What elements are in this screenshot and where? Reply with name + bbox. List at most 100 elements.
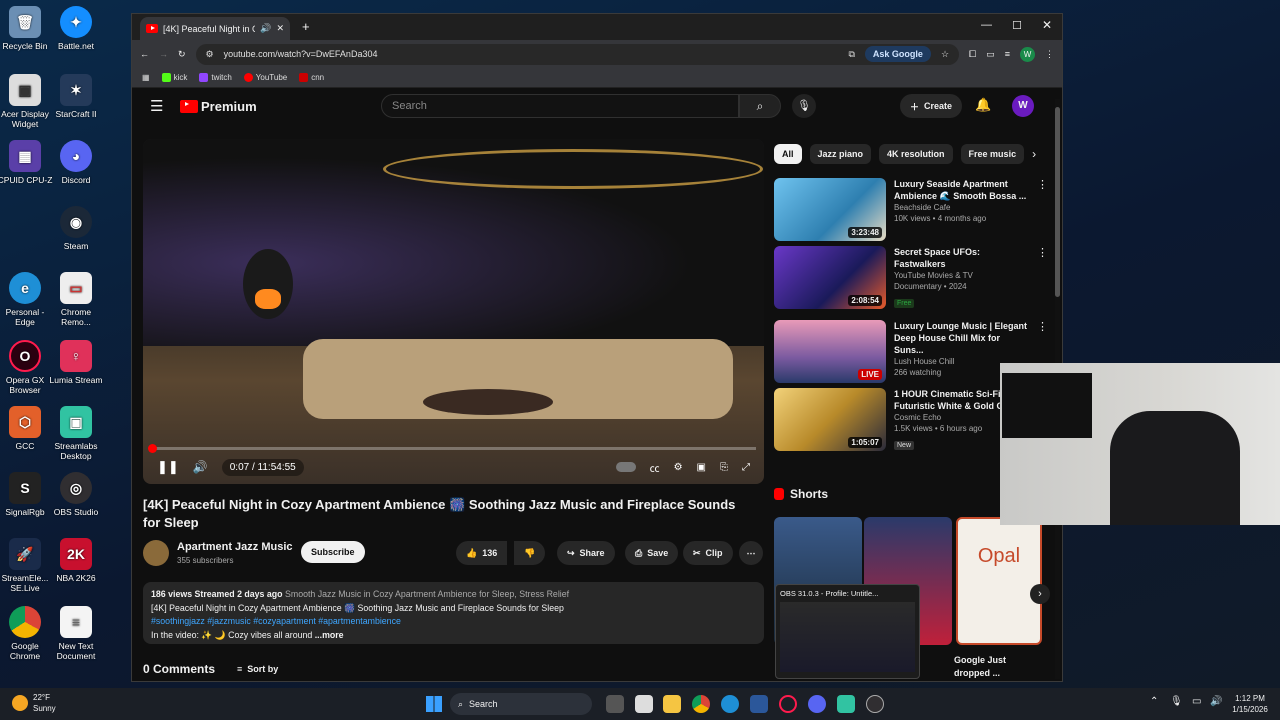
mic-tray-icon[interactable]: 🎙 <box>1170 696 1183 707</box>
browser-tab[interactable]: [4K] Peaceful Night in Cozy 🔊 ✕ <box>140 17 290 40</box>
desktop-icon-lumia[interactable]: ♀ Lumia Stream <box>47 340 105 385</box>
reading-list-icon[interactable]: ≡ <box>1005 49 1010 59</box>
dislike-button[interactable]: 👎 <box>514 541 546 565</box>
chip-4k[interactable]: 4K resolution <box>879 144 953 164</box>
desktop-icon-battlenet[interactable]: ✦ Battle.net <box>47 6 105 51</box>
search-button[interactable]: ⌕ <box>739 94 781 118</box>
captions-icon[interactable]: ㏄ <box>650 460 660 475</box>
search-input[interactable]: Search <box>381 94 739 118</box>
channel-name[interactable]: Apartment Jazz Music <box>177 541 293 553</box>
more-options-icon[interactable]: ⋮ <box>1037 178 1048 241</box>
desktop-icon-steam[interactable]: ◉ Steam <box>47 206 105 251</box>
chrome-taskbar-icon[interactable] <box>692 695 710 713</box>
desktop-icon-opera[interactable]: O Opera GX Browser <box>0 340 54 395</box>
account-avatar[interactable]: W <box>1012 95 1034 117</box>
desktop-icon-nba[interactable]: 2K NBA 2K26 <box>47 538 105 583</box>
extensions-icon[interactable]: ⧠ <box>969 49 976 60</box>
subscribe-button[interactable]: Subscribe <box>301 541 365 563</box>
chip-jazz-piano[interactable]: Jazz piano <box>809 144 872 164</box>
more-actions-button[interactable]: ⋯ <box>739 541 763 565</box>
discord-taskbar-icon[interactable] <box>808 695 826 713</box>
desktop-icon-chrome-remote[interactable]: ▭ Chrome Remo... <box>47 272 105 327</box>
ask-google-button[interactable]: Ask Google <box>864 46 931 62</box>
more-link[interactable]: ...more <box>315 630 344 640</box>
shorts-next-icon[interactable]: › <box>1030 584 1050 604</box>
short-item[interactable]: Opal <box>956 517 1042 645</box>
volume-tray-icon[interactable]: 🔊 <box>1210 696 1222 707</box>
settings-icon[interactable]: ⚙ <box>674 462 683 473</box>
close-tab-icon[interactable]: ✕ <box>276 23 284 34</box>
video-player[interactable]: ❚❚ 🔊 0:07 / 11:54:55 ㏄ ⚙ ▣ ⎘ ⤢ <box>143 139 764 484</box>
desktop-icon-cpuz[interactable]: ▦ CPUID CPU-Z <box>0 140 54 185</box>
mic-icon[interactable]: 🎙 <box>792 94 816 118</box>
fullscreen-icon[interactable]: ⤢ <box>742 462 750 473</box>
desktop-icon-recycle-bin[interactable]: 🗑 Recycle Bin <box>0 6 54 51</box>
desktop-icon-chrome[interactable]: Google Chrome <box>0 606 54 661</box>
desktop-icon-gcc[interactable]: ⬡ GCC <box>0 406 54 451</box>
apps-grid-icon[interactable]: ▦ <box>142 73 150 82</box>
rec-thumbnail[interactable]: 3:23:48 <box>774 178 886 241</box>
desktop-icon-starcraft[interactable]: ✶ StarCraft II <box>47 74 105 119</box>
desktop-icon-text-document[interactable]: ≡ New Text Document <box>47 606 105 661</box>
rec-thumbnail[interactable]: LIVE <box>774 320 886 383</box>
maximize-icon[interactable]: ☐ <box>1012 19 1022 32</box>
desktop-icon-signalrgb[interactable]: S SignalRgb <box>0 472 54 517</box>
channel-avatar[interactable] <box>143 540 169 566</box>
side-panel-icon[interactable]: ▭ <box>986 49 995 60</box>
volume-icon[interactable]: 🔊 <box>193 460 208 474</box>
like-button[interactable]: 👍 136 <box>456 541 508 565</box>
rec-item[interactable]: 2:08:54 Secret Space UFOs: Fastwalkers Yo… <box>774 246 1048 310</box>
short-caption[interactable]: Google Just dropped ... <box>954 654 1024 680</box>
edge-taskbar-icon[interactable] <box>721 695 739 713</box>
taskbar-search[interactable]: ⌕ Search <box>450 693 592 715</box>
address-bar[interactable]: ⚙ youtube.com/watch?v=DwEFAnDa304 ⧉ Ask … <box>195 43 960 65</box>
clip-button[interactable]: ✂ Clip <box>683 541 733 565</box>
save-button[interactable]: ⎙ Save <box>625 541 679 565</box>
desktop-icon-discord[interactable]: ◕ Discord <box>47 140 105 185</box>
rec-thumbnail[interactable]: 2:08:54 <box>774 246 886 309</box>
rec-thumbnail[interactable]: 1:05:07 <box>774 388 886 451</box>
obs-taskbar-preview[interactable]: OBS 31.0.3 - Profile: Untitle... <box>775 584 920 679</box>
tray-chevron-icon[interactable]: ⌃ <box>1150 696 1158 707</box>
bookmark-youtube[interactable]: YouTube <box>243 73 287 82</box>
network-icon[interactable]: ▭ <box>1192 696 1201 707</box>
notifications-icon[interactable]: 🔔 <box>975 97 991 113</box>
clock[interactable]: 1:12 PM 1/15/2026 <box>1228 693 1272 715</box>
menu-icon[interactable]: ⋮ <box>1045 49 1054 60</box>
weather-widget[interactable]: 22°F Sunny <box>12 692 56 714</box>
share-button[interactable]: ↪ Share <box>557 541 615 565</box>
chevron-right-icon[interactable]: › <box>1032 147 1036 161</box>
desktop-icon-edge[interactable]: e Personal - Edge <box>0 272 54 327</box>
cast-icon[interactable]: ⎘ <box>720 462 728 473</box>
reload-icon[interactable]: ↻ <box>178 49 186 60</box>
task-view-icon[interactable] <box>606 695 624 713</box>
rec-item[interactable]: 3:23:48 Luxury Seaside Apartment Ambienc… <box>774 178 1048 241</box>
site-info-icon[interactable]: ⚙ <box>206 49 214 60</box>
scrollbar-thumb[interactable] <box>1055 107 1060 297</box>
chip-all[interactable]: All <box>774 144 802 164</box>
opera-taskbar-icon[interactable] <box>779 695 797 713</box>
desktop-icon-acer[interactable]: ▣ Acer Display Widget <box>0 74 54 129</box>
chip-free-music[interactable]: Free music <box>960 144 1025 164</box>
streamlabs-taskbar-icon[interactable] <box>837 695 855 713</box>
obs-taskbar-icon[interactable] <box>866 695 884 713</box>
create-button[interactable]: ＋ Create <box>900 94 963 118</box>
bookmark-twitch[interactable]: twitch <box>199 73 232 82</box>
back-icon[interactable]: ← <box>140 49 149 59</box>
new-tab-icon[interactable]: + <box>302 19 310 34</box>
file-explorer-icon[interactable] <box>635 695 653 713</box>
desktop-icon-streamlabs[interactable]: ▣ Streamlabs Desktop <box>47 406 105 461</box>
rec-item[interactable]: 1:05:07 1 HOUR Cinematic Sci-Fi Live | F… <box>774 388 1029 452</box>
youtube-logo[interactable]: Premium <box>180 99 257 114</box>
start-windows-icon[interactable] <box>426 696 442 712</box>
word-taskbar-icon[interactable] <box>750 695 768 713</box>
desktop-icon-streamelements[interactable]: 🚀 StreamEle... SE.Live <box>0 538 54 593</box>
speaker-icon[interactable]: 🔊 <box>260 23 271 34</box>
minimize-icon[interactable]: — <box>981 19 992 31</box>
bookmark-star-icon[interactable]: ☆ <box>941 49 949 60</box>
forward-icon[interactable]: → <box>159 49 168 59</box>
desktop-icon-obs[interactable]: ◎ OBS Studio <box>47 472 105 517</box>
sort-by-button[interactable]: ≡ Sort by <box>237 664 278 674</box>
profile-avatar[interactable]: W <box>1020 46 1035 62</box>
folder-icon[interactable] <box>663 695 681 713</box>
